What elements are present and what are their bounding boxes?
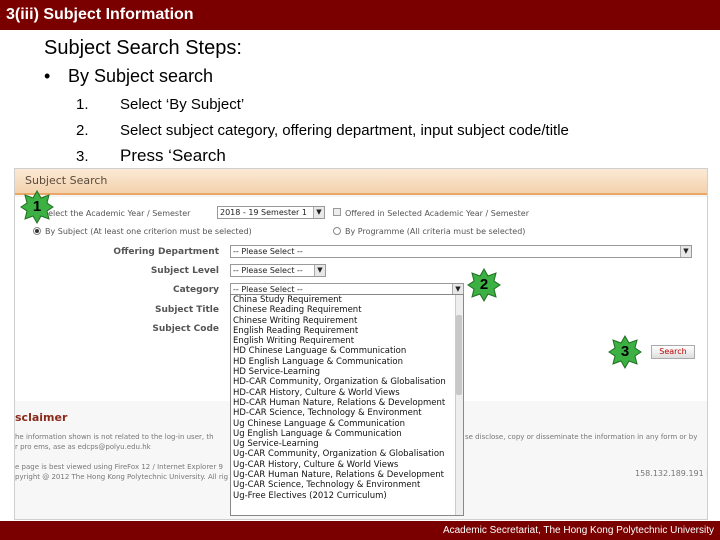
disclaimer-title: sclaimer <box>15 411 68 424</box>
disclaimer-ip: 158.132.189.191 [0.2 <box>635 469 707 478</box>
scrollbar-thumb[interactable] <box>456 315 462 395</box>
academic-year-value: 2018 - 19 Semester 1 <box>220 208 307 217</box>
category-option[interactable]: Ug-Free Electives (2012 Curriculum) <box>231 491 463 501</box>
offering-department-value: -- Please Select -- <box>233 247 303 256</box>
category-option[interactable]: HD-CAR Human Nature, Relations & Develop… <box>231 398 463 408</box>
category-option[interactable]: HD-CAR Science, Technology & Environment <box>231 408 463 418</box>
chevron-down-icon: ▼ <box>314 265 325 276</box>
by-subject-radio[interactable] <box>33 227 41 235</box>
category-option[interactable]: HD English Language & Communication <box>231 357 463 367</box>
badge-number: 2 <box>479 276 489 293</box>
category-option[interactable]: Ug Service-Learning <box>231 439 463 449</box>
category-label: Category <box>172 285 219 295</box>
bullet-text: By Subject search <box>68 66 214 86</box>
subject-level-select[interactable]: -- Please Select -- ▼ <box>230 264 326 277</box>
disclaimer-line: e page is best viewed using FireFox 12 /… <box>15 463 223 471</box>
category-option[interactable]: English Reading Requirement <box>231 326 463 336</box>
step-2-badge: 2 <box>467 268 501 302</box>
bullet-item: • By Subject search <box>44 66 213 87</box>
dropdown-scrollbar[interactable] <box>455 295 463 515</box>
category-option[interactable]: HD Chinese Language & Communication <box>231 346 463 356</box>
step-1: 1. Select ‘By Subject’ <box>76 96 696 116</box>
panel-title: Subject Search <box>25 174 108 187</box>
title-bar: 3(iii) Subject Information <box>0 0 720 30</box>
category-option[interactable]: China Study Requirement <box>231 295 463 305</box>
category-option[interactable]: Ug-CAR History, Culture & World Views <box>231 460 463 470</box>
footer-bar: Academic Secretariat, The Hong Kong Poly… <box>0 521 720 540</box>
by-programme-label: By Programme (All criteria must be selec… <box>345 227 526 236</box>
category-option[interactable]: Ug-CAR Human Nature, Relations & Develop… <box>231 470 463 480</box>
category-option[interactable]: English Writing Requirement <box>231 336 463 346</box>
academic-year-label: Select the Academic Year / Semester <box>43 209 191 218</box>
category-option[interactable]: Ug-CAR Science, Technology & Environment <box>231 480 463 490</box>
category-option[interactable]: Chinese Reading Requirement <box>231 305 463 315</box>
category-option[interactable]: Ug English Language & Communication <box>231 429 463 439</box>
category-option[interactable]: HD Service-Learning <box>231 367 463 377</box>
panel-header: Subject Search <box>15 169 707 195</box>
category-option[interactable]: HD-CAR History, Culture & World Views <box>231 388 463 398</box>
step-text: Select ‘By Subject’ <box>120 96 245 113</box>
category-option[interactable]: Ug Chinese Language & Communication <box>231 419 463 429</box>
step-number: 3. <box>76 148 89 165</box>
disclaimer-line: he information shown is not related to t… <box>15 433 214 441</box>
offered-checkbox-label: Offered in Selected Academic Year / Seme… <box>345 209 529 218</box>
step-3: 3. Press ‘Search <box>76 146 696 168</box>
chevron-down-icon: ▼ <box>680 246 691 257</box>
disclaimer-line: pyright @ 2012 The Hong Kong Polytechnic… <box>15 473 229 481</box>
heading: Subject Search Steps: <box>44 37 242 59</box>
step-number: 2. <box>76 122 89 139</box>
category-option[interactable]: HD-CAR Community, Organization & Globali… <box>231 377 463 387</box>
chevron-down-icon: ▼ <box>313 207 324 218</box>
offering-department-label: Offering Department <box>113 247 219 257</box>
disclaimer-line: se disclose, copy or disseminate the inf… <box>465 433 698 441</box>
step-3-badge: 3 <box>608 335 642 369</box>
subject-level-label: Subject Level <box>150 266 219 276</box>
offered-checkbox[interactable] <box>333 208 341 216</box>
disclaimer-line: r pro ems, ase as edcps@polyu.edu.hk <box>15 443 151 451</box>
subject-level-value: -- Please Select -- <box>233 266 303 275</box>
step-2: 2. Select subject category, offering dep… <box>76 122 696 142</box>
step-text: Select subject category, offering depart… <box>120 122 569 139</box>
search-button[interactable]: Search <box>651 345 695 359</box>
subject-code-label: Subject Code <box>152 324 219 334</box>
academic-year-select[interactable]: 2018 - 19 Semester 1 ▼ <box>217 206 325 219</box>
step-text: Press ‘Search <box>120 146 226 165</box>
bullet-dot: • <box>44 66 51 86</box>
footer-text: Academic Secretariat, The Hong Kong Poly… <box>442 525 714 536</box>
badge-number: 3 <box>620 343 630 360</box>
by-subject-label: By Subject (At least one criterion must … <box>45 227 252 236</box>
step-1-badge: 1 <box>20 190 54 224</box>
category-option[interactable]: Chinese Writing Requirement <box>231 316 463 326</box>
slide-title: 3(iii) Subject Information <box>6 6 194 23</box>
badge-number: 1 <box>32 198 42 215</box>
category-dropdown-list[interactable]: China Study Requirement Chinese Reading … <box>230 294 464 516</box>
category-value: -- Please Select -- <box>233 285 303 294</box>
by-programme-radio[interactable] <box>333 227 341 235</box>
subject-search-screenshot: Subject Search Select the Academic Year … <box>14 168 708 520</box>
category-option[interactable]: Ug-CAR Community, Organization & Globali… <box>231 449 463 459</box>
offering-department-select[interactable]: -- Please Select -- ▼ <box>230 245 692 258</box>
step-number: 1. <box>76 96 89 113</box>
subject-title-label: Subject Title <box>154 305 219 315</box>
